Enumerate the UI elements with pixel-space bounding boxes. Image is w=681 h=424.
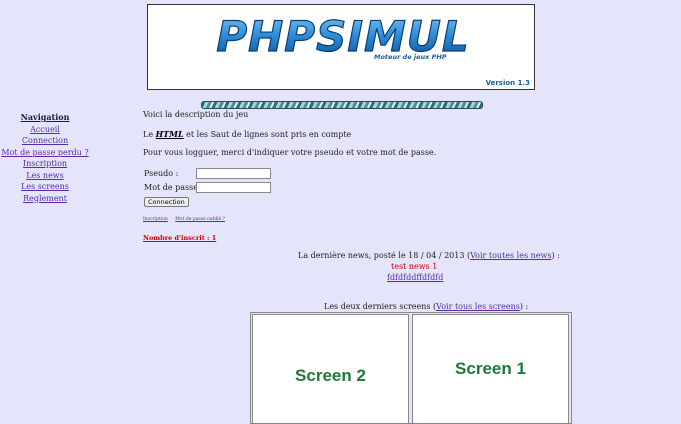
decorative-divider bbox=[201, 101, 483, 109]
small-links: Inscription Mot de passe oublié ? bbox=[143, 217, 231, 222]
html-note-bold: HTML bbox=[155, 129, 184, 139]
news-title: test news 1 bbox=[391, 262, 438, 271]
version-label: Version 1.3 bbox=[485, 79, 530, 87]
small-link-inscription[interactable]: Inscription bbox=[143, 217, 168, 222]
member-count: Nombre d'inscrit : 1 bbox=[143, 234, 217, 242]
sidebar-item-inscription[interactable]: Inscription bbox=[0, 158, 90, 170]
sidebar-item-connection[interactable]: Connection bbox=[0, 135, 90, 147]
sidebar-item-news[interactable]: Les news bbox=[0, 170, 90, 182]
screens-prefix: Les deux derniers screens ( bbox=[324, 302, 437, 311]
nav-heading: Navigation bbox=[20, 112, 70, 122]
screens-table: Screen 2 Screen 1 bbox=[250, 312, 572, 424]
sidebar-item-reglement[interactable]: Reglement bbox=[0, 193, 90, 205]
game-description: Voici la description du jeu bbox=[143, 110, 249, 119]
news-body: fdfdfddffdfdfd bbox=[387, 273, 444, 282]
screens-header: Les deux derniers screens (Voir tous les… bbox=[324, 302, 528, 311]
sidebar-item-screens[interactable]: Les screens bbox=[0, 181, 90, 193]
html-note: Le HTML et les Saut de lignes sont pris … bbox=[143, 129, 351, 139]
sidebar-item-accueil[interactable]: Accueil bbox=[0, 124, 90, 136]
login-prompt: Pour vous logguer, merci d'indiquer votr… bbox=[143, 148, 437, 157]
news-suffix: ) : bbox=[551, 251, 560, 260]
html-note-prefix: Le bbox=[143, 130, 156, 139]
tagline: Moteur de jeux PHP bbox=[374, 53, 447, 61]
all-news-link[interactable]: Voir toutes les news bbox=[470, 251, 551, 260]
pseudo-input[interactable] bbox=[196, 168, 271, 179]
screen-thumbnail[interactable]: Screen 1 bbox=[412, 314, 569, 424]
screens-suffix: ) : bbox=[519, 302, 529, 311]
small-link-lost-password[interactable]: Mot de passe oublié ? bbox=[175, 217, 225, 222]
all-screens-link[interactable]: Voir tous les screens bbox=[436, 302, 520, 311]
screen-label: Screen 2 bbox=[295, 366, 366, 385]
password-input[interactable] bbox=[196, 182, 271, 193]
password-label: Mot de passe : bbox=[144, 183, 204, 192]
screen-label: Screen 1 bbox=[455, 359, 526, 378]
news-prefix: La dernière news, posté le 18 / 04 / 201… bbox=[298, 251, 471, 260]
header-banner: PHPSIMUL Moteur de jeux PHP Version 1.3 bbox=[147, 4, 535, 90]
pseudo-label: Pseudo : bbox=[144, 169, 179, 178]
sidebar-nav: Navigation Accueil Connection Mot de pas… bbox=[0, 112, 90, 204]
connect-button[interactable]: Connection bbox=[144, 197, 189, 207]
sidebar-item-lost-password[interactable]: Mot de passe perdu ? bbox=[0, 147, 90, 159]
news-header: La dernière news, posté le 18 / 04 / 201… bbox=[298, 251, 560, 260]
screen-thumbnail[interactable]: Screen 2 bbox=[252, 314, 409, 424]
html-note-suffix: et les Saut de lignes sont pris en compt… bbox=[183, 130, 352, 139]
